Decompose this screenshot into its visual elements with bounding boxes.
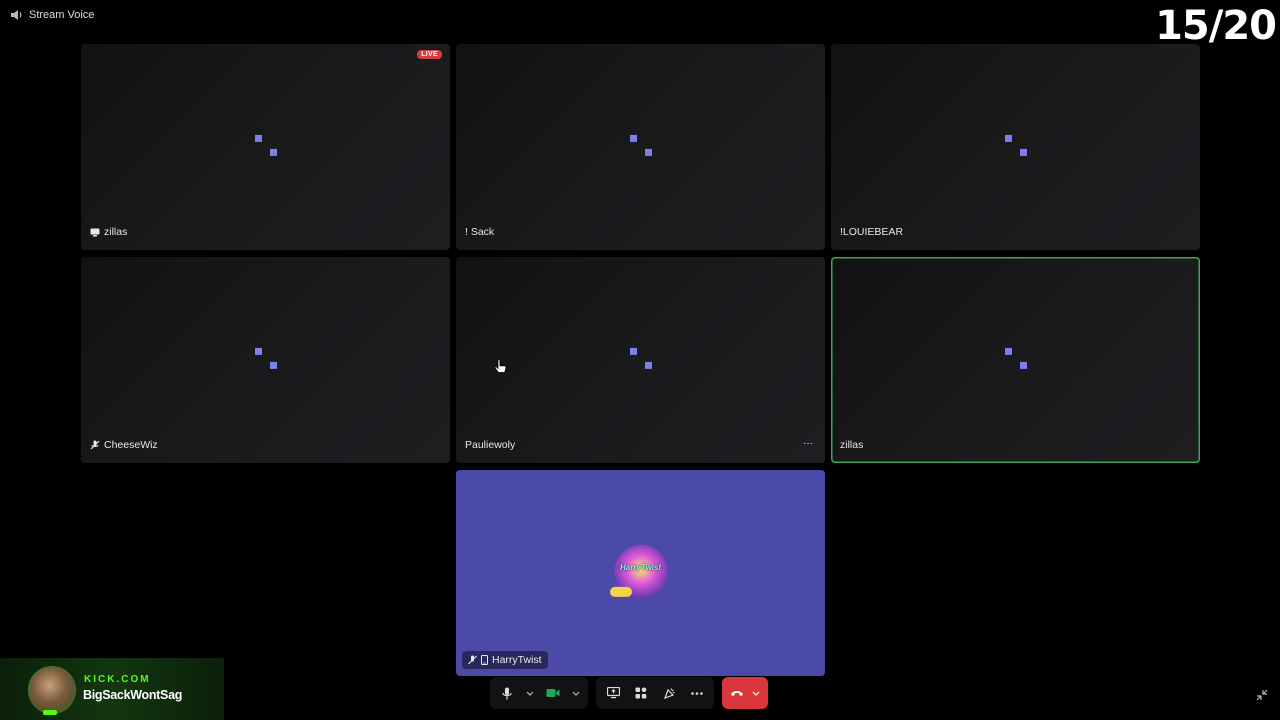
participant-tag: Pauliewoly <box>465 436 515 454</box>
loading-indicator <box>1004 134 1027 157</box>
loading-indicator <box>1004 347 1027 370</box>
exit-fullscreen-button[interactable] <box>1256 688 1268 706</box>
disconnect-button[interactable] <box>722 677 768 709</box>
collapse-icon <box>1256 689 1268 701</box>
participant-tag: zillas <box>840 436 863 454</box>
kick-site-label: KICK.COM <box>84 674 151 685</box>
activities-icon <box>635 687 647 699</box>
microphone-button[interactable] <box>496 680 518 706</box>
participant-name: Pauliewoly <box>465 439 516 451</box>
chevron-down-icon[interactable] <box>752 691 760 696</box>
soundboard-icon <box>663 687 674 699</box>
participant-tile[interactable]: LIVE zillas <box>81 44 450 250</box>
participant-tag: !LOUIEBEAR <box>840 223 903 241</box>
participant-name: zillas <box>104 226 128 238</box>
muted-mic-icon <box>90 440 100 450</box>
more-icon <box>691 691 703 695</box>
camera-options-button[interactable] <box>570 680 582 706</box>
kick-stream-overlay: KICK.COM BigSackWontSag <box>0 658 224 720</box>
channel-header[interactable]: Stream Voice <box>10 9 94 21</box>
chevron-down-icon <box>526 691 534 696</box>
speaker-icon <box>11 10 22 20</box>
more-options-button[interactable] <box>686 680 708 706</box>
participant-tag: CheeseWiz <box>90 436 158 454</box>
extra-controls <box>596 677 714 709</box>
live-badge: LIVE <box>417 50 442 59</box>
participant-name: !LOUIEBEAR <box>840 226 904 238</box>
participant-tag: HarryTwist <box>462 651 548 669</box>
loading-indicator <box>629 347 652 370</box>
participant-name: zillas <box>840 439 864 451</box>
participant-counter: 15/20 <box>1155 3 1277 49</box>
loading-indicator <box>254 134 277 157</box>
mobile-icon <box>481 655 488 665</box>
tile-more-icon[interactable]: ··· <box>799 439 817 453</box>
voice-call-window: Stream Voice 15/20 LIVE zillas ! Sack !L… <box>0 0 1280 720</box>
sunglasses-icon <box>609 586 632 597</box>
kick-channel-name: BigSackWontSag <box>83 688 183 702</box>
muted-mic-icon <box>468 655 477 665</box>
loading-indicator <box>254 347 277 370</box>
participant-tile[interactable]: !LOUIEBEAR <box>831 44 1200 250</box>
loading-indicator <box>629 134 652 157</box>
channel-name: Stream Voice <box>29 9 95 21</box>
soundboard-button[interactable] <box>658 680 680 706</box>
stream-icon <box>90 228 100 236</box>
participant-tag: ! Sack <box>465 223 494 241</box>
featured-participant-tile[interactable]: HarryTwist HarryTwist <box>456 470 825 676</box>
activities-button[interactable] <box>630 680 652 706</box>
avatar: HarryTwist <box>609 544 668 599</box>
hand-cursor-icon <box>495 359 507 373</box>
media-controls <box>490 677 588 709</box>
chevron-down-icon <box>572 691 580 696</box>
microphone-options-button[interactable] <box>524 680 536 706</box>
microphone-icon <box>502 687 512 699</box>
participant-tile[interactable]: ! Sack <box>456 44 825 250</box>
participant-tile-speaking[interactable]: zillas <box>831 257 1200 463</box>
streamer-avatar <box>28 666 76 715</box>
participant-tag: zillas <box>90 223 127 241</box>
participant-tile[interactable]: CheeseWiz <box>81 257 450 463</box>
call-controls <box>490 677 768 709</box>
participant-name: ! Sack <box>465 226 495 238</box>
screen-share-icon <box>606 687 620 699</box>
participant-tile[interactable]: Pauliewoly ··· <box>456 257 825 463</box>
avatar-text: HarryTwist <box>619 562 662 572</box>
camera-icon <box>546 689 560 697</box>
share-screen-button[interactable] <box>602 680 624 706</box>
camera-button[interactable] <box>542 680 564 706</box>
phone-hangup-icon <box>731 691 743 696</box>
participant-name: CheeseWiz <box>104 439 158 451</box>
participant-name: HarryTwist <box>492 654 542 666</box>
